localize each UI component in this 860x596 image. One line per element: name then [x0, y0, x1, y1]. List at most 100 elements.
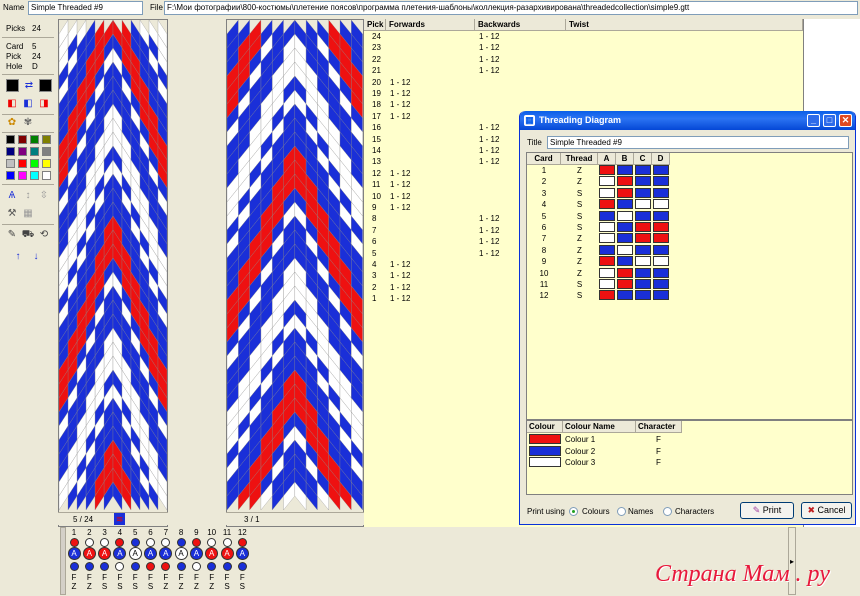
hole-color-cell[interactable]: [635, 176, 651, 187]
hole-color-cell[interactable]: [635, 233, 651, 244]
hole-color-cell[interactable]: [653, 165, 669, 175]
hole-color-cell[interactable]: [599, 279, 615, 289]
card-row[interactable]: 8Z: [527, 244, 677, 256]
table-row[interactable]: 23 1 - 12: [364, 42, 803, 54]
card-circle[interactable]: A: [174, 547, 188, 560]
hole-color-cell[interactable]: [617, 210, 633, 221]
table-row[interactable]: 21 1 - 12: [364, 65, 803, 77]
palette-swatch[interactable]: [30, 171, 39, 180]
hole-color-cell[interactable]: [653, 176, 669, 187]
card-row[interactable]: 1Z: [527, 165, 677, 176]
hole-color-cell[interactable]: [653, 210, 669, 221]
palette-swatch[interactable]: [42, 171, 51, 180]
colours-radio[interactable]: [569, 507, 578, 516]
hole-color-cell[interactable]: [653, 199, 669, 210]
card-row[interactable]: 7Z: [527, 233, 677, 244]
palette-swatch[interactable]: [18, 171, 27, 180]
card-circle[interactable]: A: [113, 547, 127, 560]
card-row[interactable]: 11 S: [527, 279, 677, 290]
hole-color-cell[interactable]: [635, 210, 651, 221]
forwards-column-header[interactable]: Forwards: [386, 19, 475, 31]
hole-color-cell[interactable]: [599, 176, 615, 187]
hole-color-cell[interactable]: [617, 267, 633, 278]
hole-color-cell[interactable]: [617, 199, 633, 210]
card-row[interactable]: 4S: [527, 199, 677, 210]
card-circle[interactable]: A: [235, 547, 249, 560]
maximize-icon[interactable]: □: [823, 114, 836, 127]
hole-color-cell[interactable]: [617, 165, 633, 175]
hole-color-cell[interactable]: [599, 210, 615, 221]
hole-color-cell[interactable]: [599, 233, 615, 244]
card-row[interactable]: 5S: [527, 210, 677, 222]
backwards-column-header[interactable]: Backwards: [475, 19, 566, 31]
table-row[interactable]: 22 1 - 12: [364, 54, 803, 66]
characters-radio[interactable]: [663, 507, 672, 516]
palette-icon[interactable]: ✿: [6, 117, 18, 129]
hole-color-cell[interactable]: [653, 267, 669, 278]
table-row[interactable]: 20 1 - 12: [364, 77, 803, 89]
swap-colors-icon[interactable]: ⇄: [23, 80, 35, 92]
card-row[interactable]: 3S: [527, 187, 677, 199]
palette-swatch[interactable]: [42, 147, 51, 156]
paint-mixed-icon[interactable]: ◨: [38, 98, 50, 110]
palette-swatch[interactable]: [30, 159, 39, 168]
close-icon[interactable]: ✕: [839, 114, 852, 127]
hole-color-cell[interactable]: [653, 290, 669, 301]
palette-swatch[interactable]: [6, 159, 15, 168]
card-circle[interactable]: A: [189, 547, 203, 560]
hole-color-cell[interactable]: [653, 256, 669, 267]
hole-color-cell[interactable]: [635, 222, 651, 232]
hole-color-cell[interactable]: [617, 290, 633, 301]
hole-color-cell[interactable]: [617, 256, 633, 267]
legend-row[interactable]: Colour 1 F: [527, 434, 727, 445]
palette-swatch[interactable]: [6, 135, 15, 144]
hole-color-cell[interactable]: [653, 222, 669, 232]
card-row[interactable]: 12 S: [527, 290, 677, 301]
palette-swatch[interactable]: [30, 135, 39, 144]
card-circle[interactable]: A: [82, 547, 96, 560]
card-circle[interactable]: A: [144, 547, 157, 560]
hole-color-cell[interactable]: [635, 279, 651, 289]
color-palette[interactable]: [6, 135, 54, 181]
dialog-titlebar[interactable]: ▦ Threading Diagram _ □ ✕: [520, 111, 855, 130]
hole-color-cell[interactable]: [617, 222, 633, 232]
hole-color-cell[interactable]: [635, 267, 651, 278]
card-row[interactable]: 2Z: [527, 176, 677, 187]
hole-color-cell[interactable]: [617, 176, 633, 187]
hole-color-cell[interactable]: [599, 165, 615, 175]
band-preview-left[interactable]: [58, 19, 168, 527]
table-row[interactable]: 24 1 - 12: [364, 31, 803, 43]
palette-swatch[interactable]: [18, 147, 27, 156]
names-radio[interactable]: [617, 507, 626, 516]
print-button[interactable]: ✎ Print: [740, 502, 794, 519]
palette-swatch[interactable]: [18, 135, 27, 144]
paint-red-icon[interactable]: ◧: [6, 98, 18, 110]
strip-scroll-left[interactable]: [60, 527, 66, 595]
paint-blue-icon[interactable]: ◧: [22, 98, 34, 110]
hole-color-cell[interactable]: [635, 199, 651, 210]
hole-color-cell[interactable]: [653, 279, 669, 289]
resize-icon[interactable]: ⇳: [38, 190, 50, 202]
hole-color-cell[interactable]: [599, 222, 615, 232]
palette-swatch[interactable]: [42, 159, 51, 168]
card-row[interactable]: 10 Z: [527, 267, 677, 279]
hole-color-cell[interactable]: [599, 187, 615, 198]
hole-color-cell[interactable]: [599, 244, 615, 255]
move-vertical-icon[interactable]: ↕: [22, 190, 34, 202]
palette-edit-icon[interactable]: ✾: [22, 117, 34, 129]
arrow-down-icon[interactable]: ↓: [30, 251, 42, 263]
hole-color-cell[interactable]: [599, 199, 615, 210]
arrow-up-icon[interactable]: ↑: [12, 251, 24, 263]
legend-row[interactable]: Colour 2 F: [527, 445, 727, 457]
hole-color-cell[interactable]: [617, 187, 633, 198]
hole-color-cell[interactable]: [635, 256, 651, 267]
hole-color-cell[interactable]: [617, 279, 633, 289]
palette-swatch[interactable]: [6, 147, 15, 156]
hole-color-cell[interactable]: [635, 187, 651, 198]
palette-swatch[interactable]: [18, 159, 27, 168]
cancel-button[interactable]: ✖ Cancel: [801, 502, 852, 519]
hole-color-cell[interactable]: [617, 244, 633, 255]
name-field[interactable]: Simple Threaded #9: [28, 1, 143, 15]
table-row[interactable]: 18 1 - 12: [364, 99, 803, 111]
hole-color-cell[interactable]: [635, 244, 651, 255]
